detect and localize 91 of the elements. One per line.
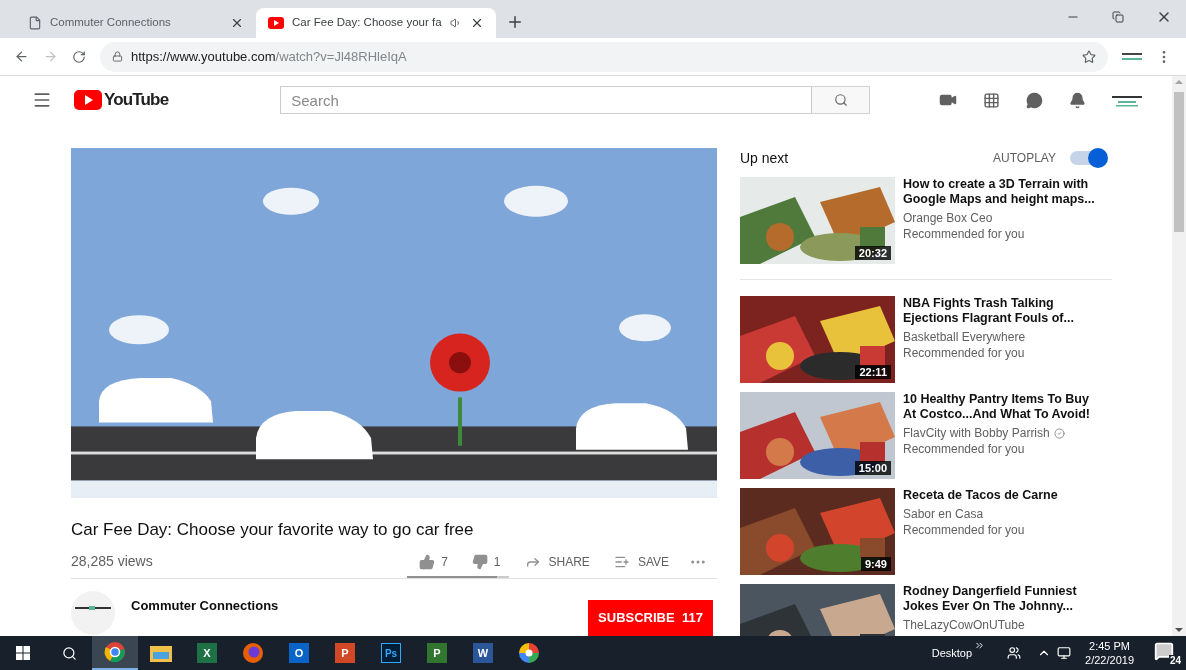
channel-name: Orange Box Ceo bbox=[903, 211, 993, 226]
chevron-icon[interactable] bbox=[974, 640, 986, 651]
video-list-item[interactable]: 15:00 10 Healthy Pantry Items To Buy At Costco...And What To Avoid! FlavCity with Bobby Parrish Recommended for you bbox=[740, 392, 1112, 479]
video-item-title: 10 Healthy Pantry Items To Buy At Costco...And What To Avoid! bbox=[903, 392, 1091, 422]
app-icon: P bbox=[427, 643, 447, 663]
like-button[interactable]: 7 bbox=[411, 552, 456, 571]
thumbs-down-icon bbox=[471, 553, 488, 570]
back-icon[interactable] bbox=[14, 49, 29, 64]
people-icon[interactable] bbox=[1007, 646, 1022, 660]
scroll-down-icon[interactable] bbox=[1175, 628, 1183, 632]
tab-title: Car Fee Day: Choose your fa bbox=[292, 15, 442, 31]
folder-icon bbox=[150, 644, 172, 662]
app-icon: W bbox=[473, 643, 493, 663]
channel-name: Basketball Everywhere bbox=[903, 330, 1026, 345]
bookmark-icon[interactable] bbox=[1082, 49, 1096, 64]
channel-name: FlavCity with Bobby Parrish bbox=[903, 426, 1050, 441]
taskbar-app[interactable]: W bbox=[460, 636, 506, 670]
tab-title: Commuter Connections bbox=[50, 15, 172, 31]
restore-icon[interactable] bbox=[1112, 11, 1124, 23]
youtube-logo[interactable]: YouTube bbox=[74, 87, 169, 113]
video-title: Car Fee Day: Choose your favorite way to go car free bbox=[71, 518, 475, 541]
desktop-toolbar[interactable]: Desktop bbox=[931, 644, 973, 662]
search-icon bbox=[61, 645, 77, 661]
video-list-item[interactable]: 22:11 NBA Fights Trash Talking Ejections Flagrant Fouls of... Basketball Everywhere Recommended for you bbox=[740, 296, 1112, 383]
video-item-title: Rodney Dangerfield Funniest Jokes Ever On The Johnny... bbox=[903, 584, 1078, 614]
verified-icon bbox=[1053, 428, 1065, 439]
taskbar-app[interactable] bbox=[92, 636, 138, 670]
taskbar-app[interactable]: O bbox=[276, 636, 322, 670]
youtube-icon bbox=[268, 17, 284, 29]
video-list-item[interactable]: 20:32 How to create a 3D Terrain with Google Maps and height maps... Orange Box Ceo Recommended for you bbox=[740, 177, 1112, 264]
close-icon[interactable] bbox=[230, 16, 244, 30]
taskbar-app[interactable]: X bbox=[184, 636, 230, 670]
thumbs-up-icon bbox=[419, 553, 436, 570]
network-icon[interactable] bbox=[1057, 646, 1072, 660]
channel-name: Sabor en Casa bbox=[903, 507, 984, 522]
search-field[interactable]: Search bbox=[280, 86, 813, 114]
lock-icon bbox=[112, 51, 123, 62]
app-icon bbox=[519, 643, 539, 663]
close-icon[interactable] bbox=[470, 16, 484, 30]
page-icon bbox=[28, 16, 42, 30]
recommendation-note: Recommended for you bbox=[903, 226, 1026, 243]
address-bar[interactable]: https://www.youtube.com/watch?v=Jl48RHleIqA bbox=[100, 41, 1108, 72]
speaker-icon[interactable] bbox=[450, 17, 462, 29]
taskbar-app[interactable]: Ps bbox=[368, 636, 414, 670]
save-button[interactable]: SAVE bbox=[605, 552, 677, 571]
play-logo-icon bbox=[74, 90, 102, 110]
search-icon bbox=[833, 93, 848, 107]
recommendation-note: Recommended for you bbox=[903, 441, 1026, 458]
dislike-button[interactable]: 1 bbox=[463, 552, 509, 571]
app-icon: X bbox=[197, 643, 217, 663]
app-icon: O bbox=[289, 643, 309, 663]
scrollbar-thumb[interactable] bbox=[1174, 92, 1184, 232]
notification-count: 24 bbox=[1168, 655, 1182, 667]
clock[interactable]: 2:45 PM 2/22/2019 bbox=[1085, 639, 1134, 667]
menu-icon[interactable] bbox=[32, 90, 52, 110]
share-button[interactable]: SHARE bbox=[516, 552, 598, 571]
autoplay-label: AUTOPLAY bbox=[993, 150, 1056, 167]
video-item-title: How to create a 3D Terrain with Google Maps and height maps... bbox=[903, 177, 1096, 207]
taskbar-app[interactable]: P bbox=[414, 636, 460, 670]
recommendation-note: Recommended for you bbox=[903, 522, 1026, 539]
apps-icon[interactable] bbox=[983, 91, 1000, 109]
autoplay-toggle[interactable] bbox=[1068, 148, 1108, 168]
browser-tab[interactable]: Car Fee Day: Choose your fa bbox=[256, 8, 496, 38]
extension-icon[interactable] bbox=[1122, 52, 1142, 61]
clock-date: 2/22/2019 bbox=[1085, 653, 1134, 667]
duration-badge: 15:00 bbox=[854, 461, 891, 475]
duration-badge: 22:11 bbox=[855, 365, 891, 379]
subscribe-button[interactable]: SUBSCRIBE 117 bbox=[588, 600, 713, 636]
clock-time: 2:45 PM bbox=[1089, 639, 1130, 653]
new-tab-icon[interactable] bbox=[506, 13, 524, 31]
view-count: 28,285 views bbox=[71, 552, 153, 572]
reload-icon[interactable] bbox=[72, 49, 86, 64]
app-icon: Ps bbox=[381, 643, 401, 663]
up-next-heading: Up next bbox=[740, 148, 789, 168]
messages-icon[interactable] bbox=[1026, 91, 1043, 109]
recommendation-note: Recommended for you bbox=[903, 345, 1026, 362]
channel-name[interactable]: Commuter Connections bbox=[131, 596, 279, 616]
url-text: https://www.youtube.com/watch?v=Jl48RHleIqA bbox=[131, 47, 407, 66]
video-list-item[interactable]: 9:49 Receta de Tacos de Carne Sabor en Casa Recommended for you bbox=[740, 488, 1112, 575]
firefox-icon bbox=[242, 642, 264, 664]
notifications-icon[interactable] bbox=[1069, 91, 1086, 109]
duration-badge: 9:49 bbox=[860, 557, 891, 571]
app-icon: P bbox=[335, 643, 355, 663]
taskbar-app[interactable]: P bbox=[322, 636, 368, 670]
video-item-title: NBA Fights Trash Talking Ejections Flagrant Fouls of... bbox=[903, 296, 1075, 326]
channel-name: TheLazyCowOnUTube bbox=[903, 618, 1025, 633]
channel-avatar bbox=[71, 591, 115, 635]
windows-logo-icon bbox=[16, 646, 30, 660]
duration-badge: 20:32 bbox=[854, 246, 891, 260]
chrome-icon bbox=[104, 641, 126, 663]
video-item-title: Receta de Tacos de Carne bbox=[903, 488, 1059, 503]
